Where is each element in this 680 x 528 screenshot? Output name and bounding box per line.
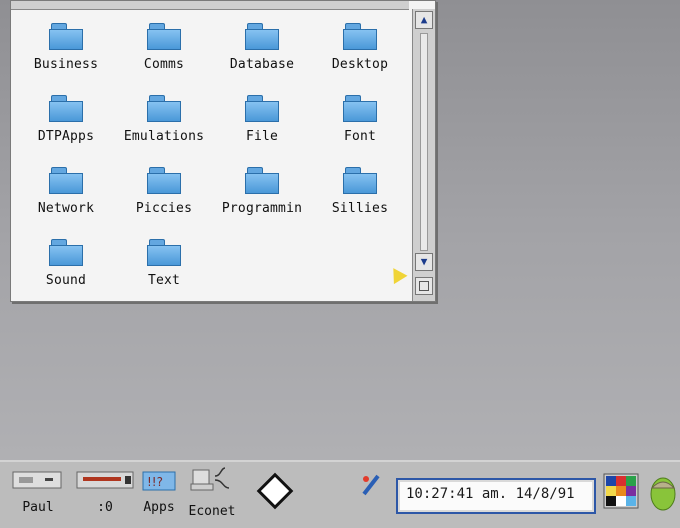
folder-label: Network (37, 201, 95, 216)
folder-label: Sound (45, 273, 87, 288)
clock-text: 10:27:41 am. 14/8/91 (406, 486, 575, 502)
disc-drive-icon (12, 471, 62, 489)
apps-label: Apps (143, 500, 175, 515)
folder-network[interactable]: Network (17, 163, 115, 229)
folder-label: Font (343, 129, 377, 144)
vertical-scrollbar[interactable]: ▲ ▼ (412, 9, 435, 301)
drive-label: Paul (22, 500, 54, 515)
folder-database[interactable]: Database (213, 19, 311, 85)
diamond-icon[interactable] (256, 472, 294, 510)
folder-icon (147, 23, 181, 50)
icon-bar: Paul :0 !!? Apps Econet 10:27:41 am. 14/… (0, 460, 680, 528)
folder-label: DTPApps (37, 129, 95, 144)
folder-label: Business (33, 57, 99, 72)
folder-icon (147, 167, 181, 194)
folder-programmin[interactable]: Programmin (213, 163, 311, 229)
folder-icon (343, 23, 377, 50)
folder-comms[interactable]: Comms (115, 19, 213, 85)
folder-file[interactable]: File (213, 91, 311, 157)
folder-icon (245, 95, 279, 122)
drive-paul[interactable]: Paul (10, 466, 66, 515)
drive-harddisc[interactable]: :0 (74, 466, 136, 515)
apps-folder-icon: !!? (142, 471, 176, 491)
econet-computer-icon (190, 467, 230, 491)
scroll-down-arrow-icon[interactable]: ▼ (415, 253, 433, 271)
hard-disc-icon (76, 471, 134, 489)
folder-icon (49, 239, 83, 266)
folder-icon (147, 95, 181, 122)
folder-icon (49, 23, 83, 50)
folder-label: Database (229, 57, 295, 72)
folder-icon (147, 239, 181, 266)
folder-label: Text (147, 273, 181, 288)
folder-emulations[interactable]: Emulations (115, 91, 213, 157)
apps-icon[interactable]: !!? Apps (136, 466, 182, 515)
folder-icon (245, 167, 279, 194)
folder-sound[interactable]: Sound (17, 235, 115, 301)
folder-dtpapps[interactable]: DTPApps (17, 91, 115, 157)
folder-label: Emulations (123, 129, 205, 144)
folder-label: Sillies (331, 201, 389, 216)
folder-piccies[interactable]: Piccies (115, 163, 213, 229)
clock-display: 10:27:41 am. 14/8/91 (396, 478, 596, 514)
folder-icon (49, 95, 83, 122)
acorn-icon[interactable] (646, 470, 680, 514)
folder-sillies[interactable]: Sillies (311, 163, 409, 229)
folder-icon (343, 95, 377, 122)
econet-label: Econet (188, 504, 236, 519)
folder-grid: Business Comms Database Desktop DTPApps … (17, 19, 409, 301)
folder-business[interactable]: Business (17, 19, 115, 85)
palette-icon[interactable] (602, 472, 640, 510)
scroll-up-arrow-icon[interactable]: ▲ (415, 11, 433, 29)
mouse-pointer-icon (386, 263, 408, 285)
drive-label: :0 (97, 500, 113, 515)
folder-icon (343, 167, 377, 194)
folder-label: File (245, 129, 279, 144)
folder-icon (49, 167, 83, 194)
desktop: ▲ ▼ Business Comms Database Desktop DTPA… (0, 0, 680, 460)
svg-text:!!?: !!? (147, 475, 163, 489)
folder-text[interactable]: Text (115, 235, 213, 301)
scroll-track[interactable] (420, 33, 428, 251)
folder-label: Programmin (221, 201, 303, 216)
folder-label: Comms (143, 57, 185, 72)
folder-icon (245, 23, 279, 50)
folder-desktop[interactable]: Desktop (311, 19, 409, 85)
filer-window[interactable]: ▲ ▼ Business Comms Database Desktop DTPA… (10, 0, 436, 302)
edit-pen-icon[interactable] (360, 470, 388, 502)
folder-font[interactable]: Font (311, 91, 409, 157)
folder-label: Piccies (135, 201, 193, 216)
resize-icon[interactable] (415, 277, 433, 295)
folder-label: Desktop (331, 57, 389, 72)
econet-icon[interactable]: Econet (184, 466, 240, 519)
window-title-bar[interactable] (11, 1, 409, 10)
